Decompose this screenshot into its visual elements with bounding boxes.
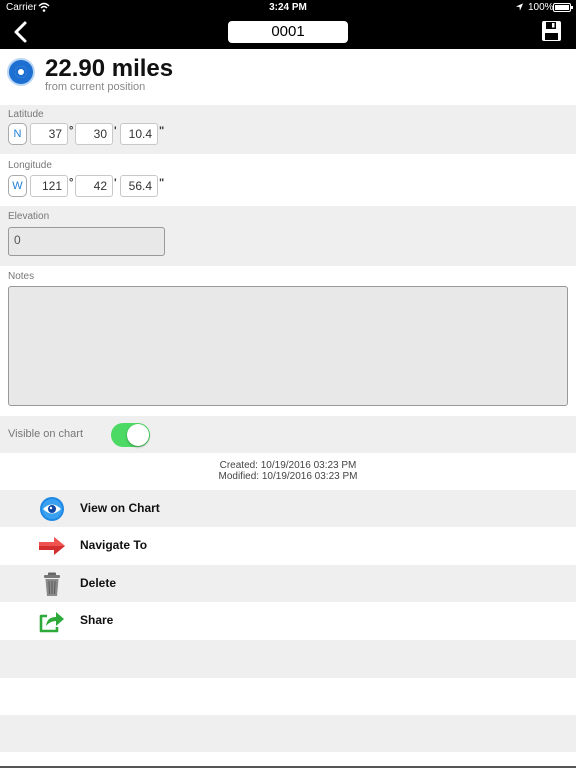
view-on-chart-button[interactable]: View on Chart	[0, 490, 576, 527]
navigate-to-label: Navigate To	[80, 538, 148, 552]
longitude-hemisphere-button[interactable]: W	[8, 175, 27, 197]
back-chevron-icon[interactable]	[10, 19, 32, 45]
latitude-label: Latitude	[8, 109, 44, 120]
visible-on-chart-toggle[interactable]	[111, 423, 150, 447]
view-on-chart-label: View on Chart	[80, 501, 160, 515]
distance-value: 22.90 miles	[45, 55, 174, 82]
longitude-label: Longitude	[8, 160, 52, 171]
latitude-minutes-field[interactable]: 30	[75, 123, 113, 145]
battery-percent: 100%	[528, 2, 554, 13]
second-symbol: "	[159, 177, 165, 189]
second-symbol: "	[159, 125, 165, 137]
share-icon	[39, 612, 64, 633]
waypoint-name-field[interactable]: 0001	[228, 21, 348, 43]
modified-date: Modified: 10/19/2016 03:23 PM	[218, 471, 358, 482]
longitude-degrees-field[interactable]: 121	[30, 175, 68, 197]
clock: 3:24 PM	[269, 2, 307, 13]
longitude-section: Longitude W 121 ° 42 ' 56.4 "	[0, 154, 576, 206]
share-label: Share	[80, 613, 114, 627]
waypoint-target-icon	[7, 58, 35, 86]
elevation-field[interactable]: 0	[8, 227, 165, 256]
dates-section: Created: 10/19/2016 03:23 PM Modified: 1…	[0, 453, 576, 490]
created-date: Created: 10/19/2016 03:23 PM	[219, 460, 357, 471]
empty-row	[0, 640, 576, 678]
empty-row	[0, 678, 576, 715]
minute-symbol: '	[114, 125, 117, 137]
notes-label: Notes	[8, 271, 35, 282]
latitude-seconds-field[interactable]: 10.4	[120, 123, 158, 145]
minute-symbol: '	[114, 177, 117, 189]
degree-symbol: °	[69, 177, 74, 189]
empty-row	[0, 715, 576, 752]
empty-row	[0, 752, 576, 766]
visible-on-chart-row: Visible on chart	[0, 416, 576, 453]
share-button[interactable]: Share	[0, 602, 576, 639]
status-bar: Carrier 3:24 PM 100%	[0, 0, 576, 15]
elevation-label: Elevation	[8, 211, 50, 222]
latitude-section: Latitude N 37 ° 30 ' 10.4 "	[0, 105, 576, 154]
latitude-hemisphere-button[interactable]: N	[8, 123, 27, 145]
save-icon[interactable]	[541, 20, 562, 42]
latitude-degrees-field[interactable]: 37	[30, 123, 68, 145]
battery-icon	[553, 3, 573, 12]
delete-button[interactable]: Delete	[0, 565, 576, 602]
elevation-section: Elevation 0	[0, 206, 576, 266]
delete-label: Delete	[80, 576, 117, 590]
visible-on-chart-label: Visible on chart	[8, 428, 84, 440]
distance-subtitle: from current position	[45, 81, 146, 93]
red-arrow-icon	[39, 537, 65, 555]
distance-header: 22.90 miles from current position	[0, 49, 576, 105]
navigation-bar: 0001	[0, 15, 576, 49]
navigate-to-button[interactable]: Navigate To	[0, 527, 576, 564]
longitude-minutes-field[interactable]: 42	[75, 175, 113, 197]
eye-icon	[40, 497, 64, 521]
location-arrow-icon	[515, 3, 524, 11]
degree-symbol: °	[69, 125, 74, 137]
longitude-seconds-field[interactable]: 56.4	[120, 175, 158, 197]
notes-section: Notes	[0, 266, 576, 416]
trash-icon	[44, 572, 60, 596]
notes-textarea[interactable]	[8, 286, 568, 406]
